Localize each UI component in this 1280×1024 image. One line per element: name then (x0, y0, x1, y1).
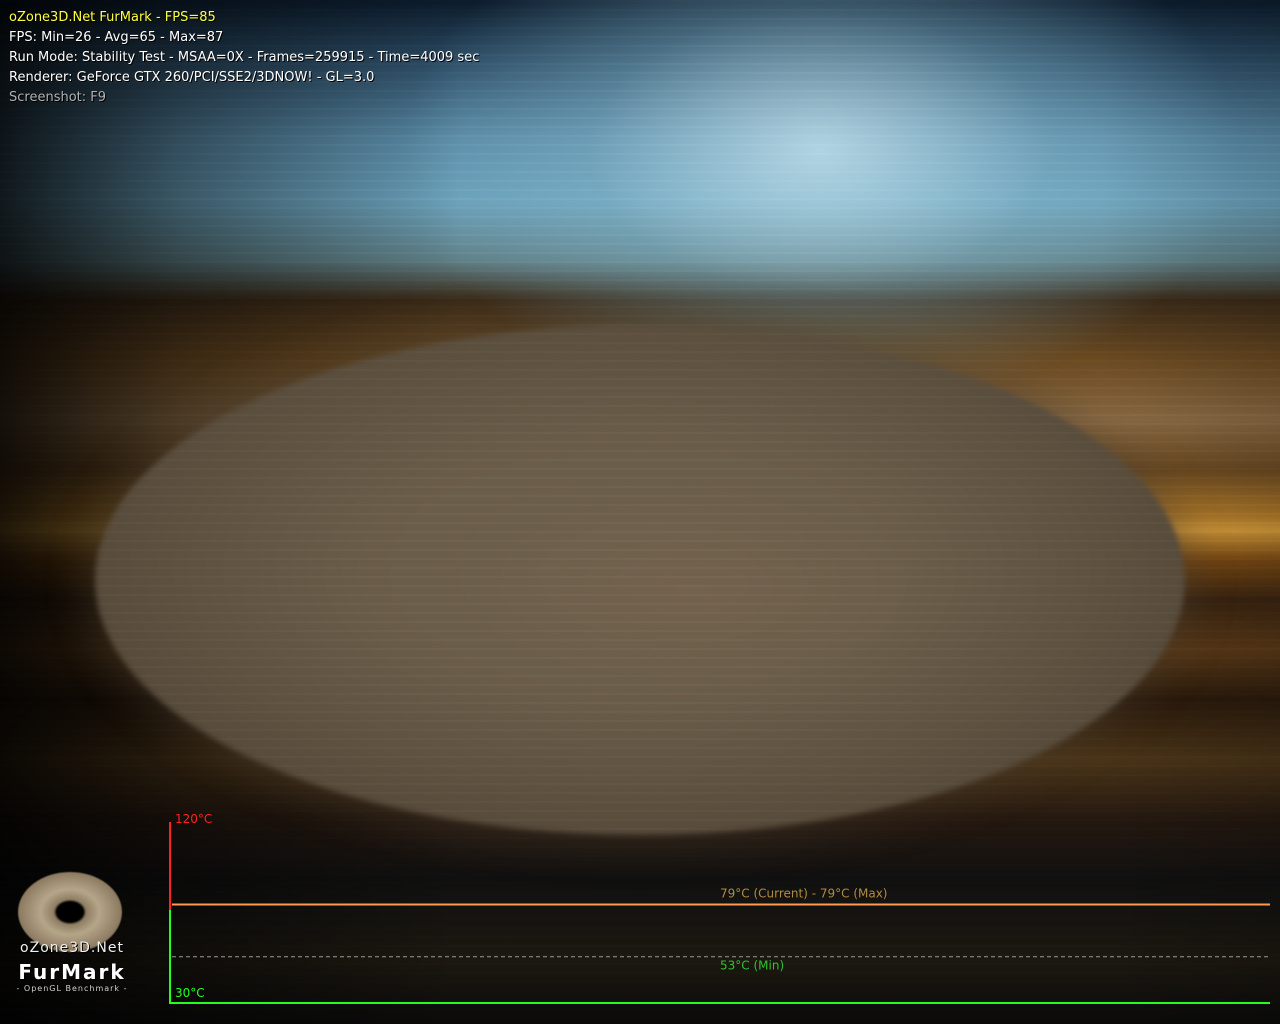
hud-fps-stats: FPS: Min=26 - Avg=65 - Max=87 (9, 30, 224, 45)
current-max-temp-label: 79°C (Current) - 79°C (Max) (720, 886, 888, 900)
hud-run-mode: Run Mode: Stability Test - MSAA=0X - Fra… (9, 50, 480, 65)
max-temp-scale-label: 120°C (175, 812, 212, 826)
hud-title: oZone3D.Net FurMark - FPS=85 (9, 10, 216, 25)
temperature-graph: 120°C 30°C 79°C (Current) - 79°C (Max) 5… (169, 812, 1270, 1004)
hud-screenshot-hint: Screenshot: F9 (9, 90, 107, 105)
hud-renderer: Renderer: GeForce GTX 260/PCI/SSE2/3DNOW… (9, 70, 375, 85)
fur-donut-render (95, 325, 1185, 835)
min-temp-label: 53°C (Min) (720, 959, 784, 973)
min-temp-scale-label: 30°C (175, 986, 205, 1000)
